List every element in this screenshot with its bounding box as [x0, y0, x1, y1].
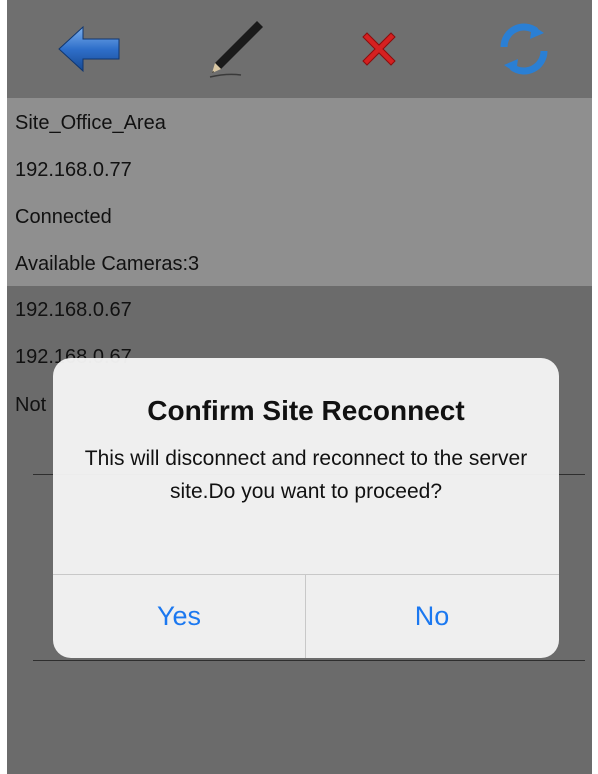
no-button[interactable]: No: [306, 575, 558, 658]
dialog-title: Confirm Site Reconnect: [147, 395, 465, 426]
confirm-dialog: Confirm Site Reconnect This will disconn…: [53, 358, 559, 658]
yes-button[interactable]: Yes: [53, 575, 305, 658]
dialog-message: This will disconnect and reconnect to th…: [84, 447, 528, 503]
